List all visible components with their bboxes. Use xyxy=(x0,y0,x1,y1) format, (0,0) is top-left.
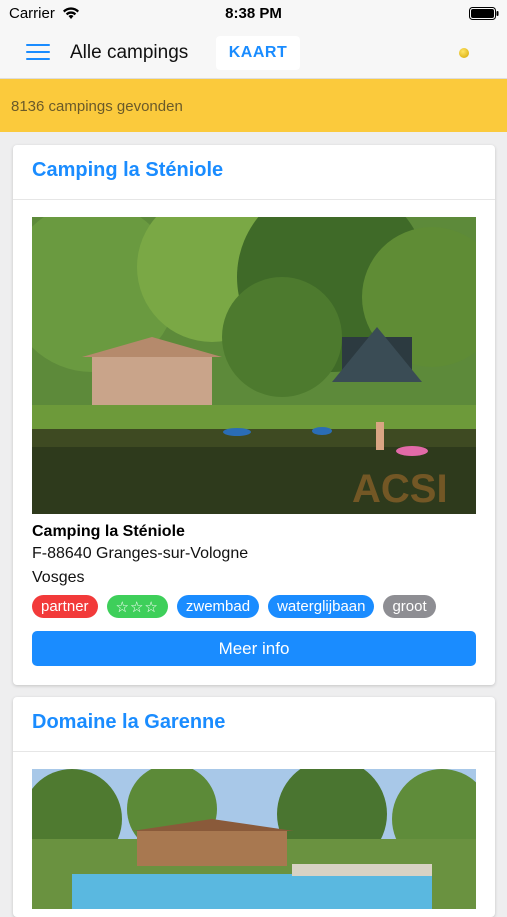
camping-address: F-88640 Granges-sur-Vologne xyxy=(32,545,249,562)
camping-card[interactable]: Camping la Sténiole ACSI Camping la Stén… xyxy=(13,145,495,685)
camping-card-header: Domaine la Garenne xyxy=(13,697,495,752)
results-count-banner: 8136 campings gevonden xyxy=(0,79,507,132)
camping-card-header: Camping la Sténiole xyxy=(13,145,495,200)
page-title: Alle campings xyxy=(70,42,189,63)
loading-indicator-icon xyxy=(459,48,469,58)
waterslide-badge: waterglijbaan xyxy=(268,595,375,618)
map-tab-button[interactable]: KAART xyxy=(216,36,300,70)
star-rating-badge: ☆☆☆ xyxy=(106,595,168,618)
camping-card[interactable]: Domaine la Garenne xyxy=(13,697,495,917)
results-count-label: 8136 campings gevonden xyxy=(11,98,183,115)
camping-photo[interactable]: ACSI xyxy=(32,217,476,514)
camping-tags: partner ☆☆☆ zwembad waterglijbaan groot xyxy=(32,595,436,618)
size-badge: groot xyxy=(383,595,436,618)
camping-photo[interactable] xyxy=(32,769,476,909)
menu-icon[interactable] xyxy=(26,44,50,62)
camping-name: Camping la Sténiole xyxy=(32,523,185,540)
camping-region: Vosges xyxy=(32,569,85,586)
clock: 8:38 PM xyxy=(225,5,282,22)
navigation-bar: Alle campings KAART xyxy=(0,28,507,79)
partner-badge: partner xyxy=(32,595,98,618)
camping-title[interactable]: Camping la Sténiole xyxy=(32,159,223,182)
camping-title[interactable]: Domaine la Garenne xyxy=(32,711,225,734)
battery-icon xyxy=(469,7,499,20)
more-info-button[interactable]: Meer info xyxy=(32,631,476,666)
status-bar: Carrier 8:38 PM xyxy=(0,0,507,28)
svg-text:ACSI: ACSI xyxy=(352,467,448,511)
pool-badge: zwembad xyxy=(176,595,260,618)
